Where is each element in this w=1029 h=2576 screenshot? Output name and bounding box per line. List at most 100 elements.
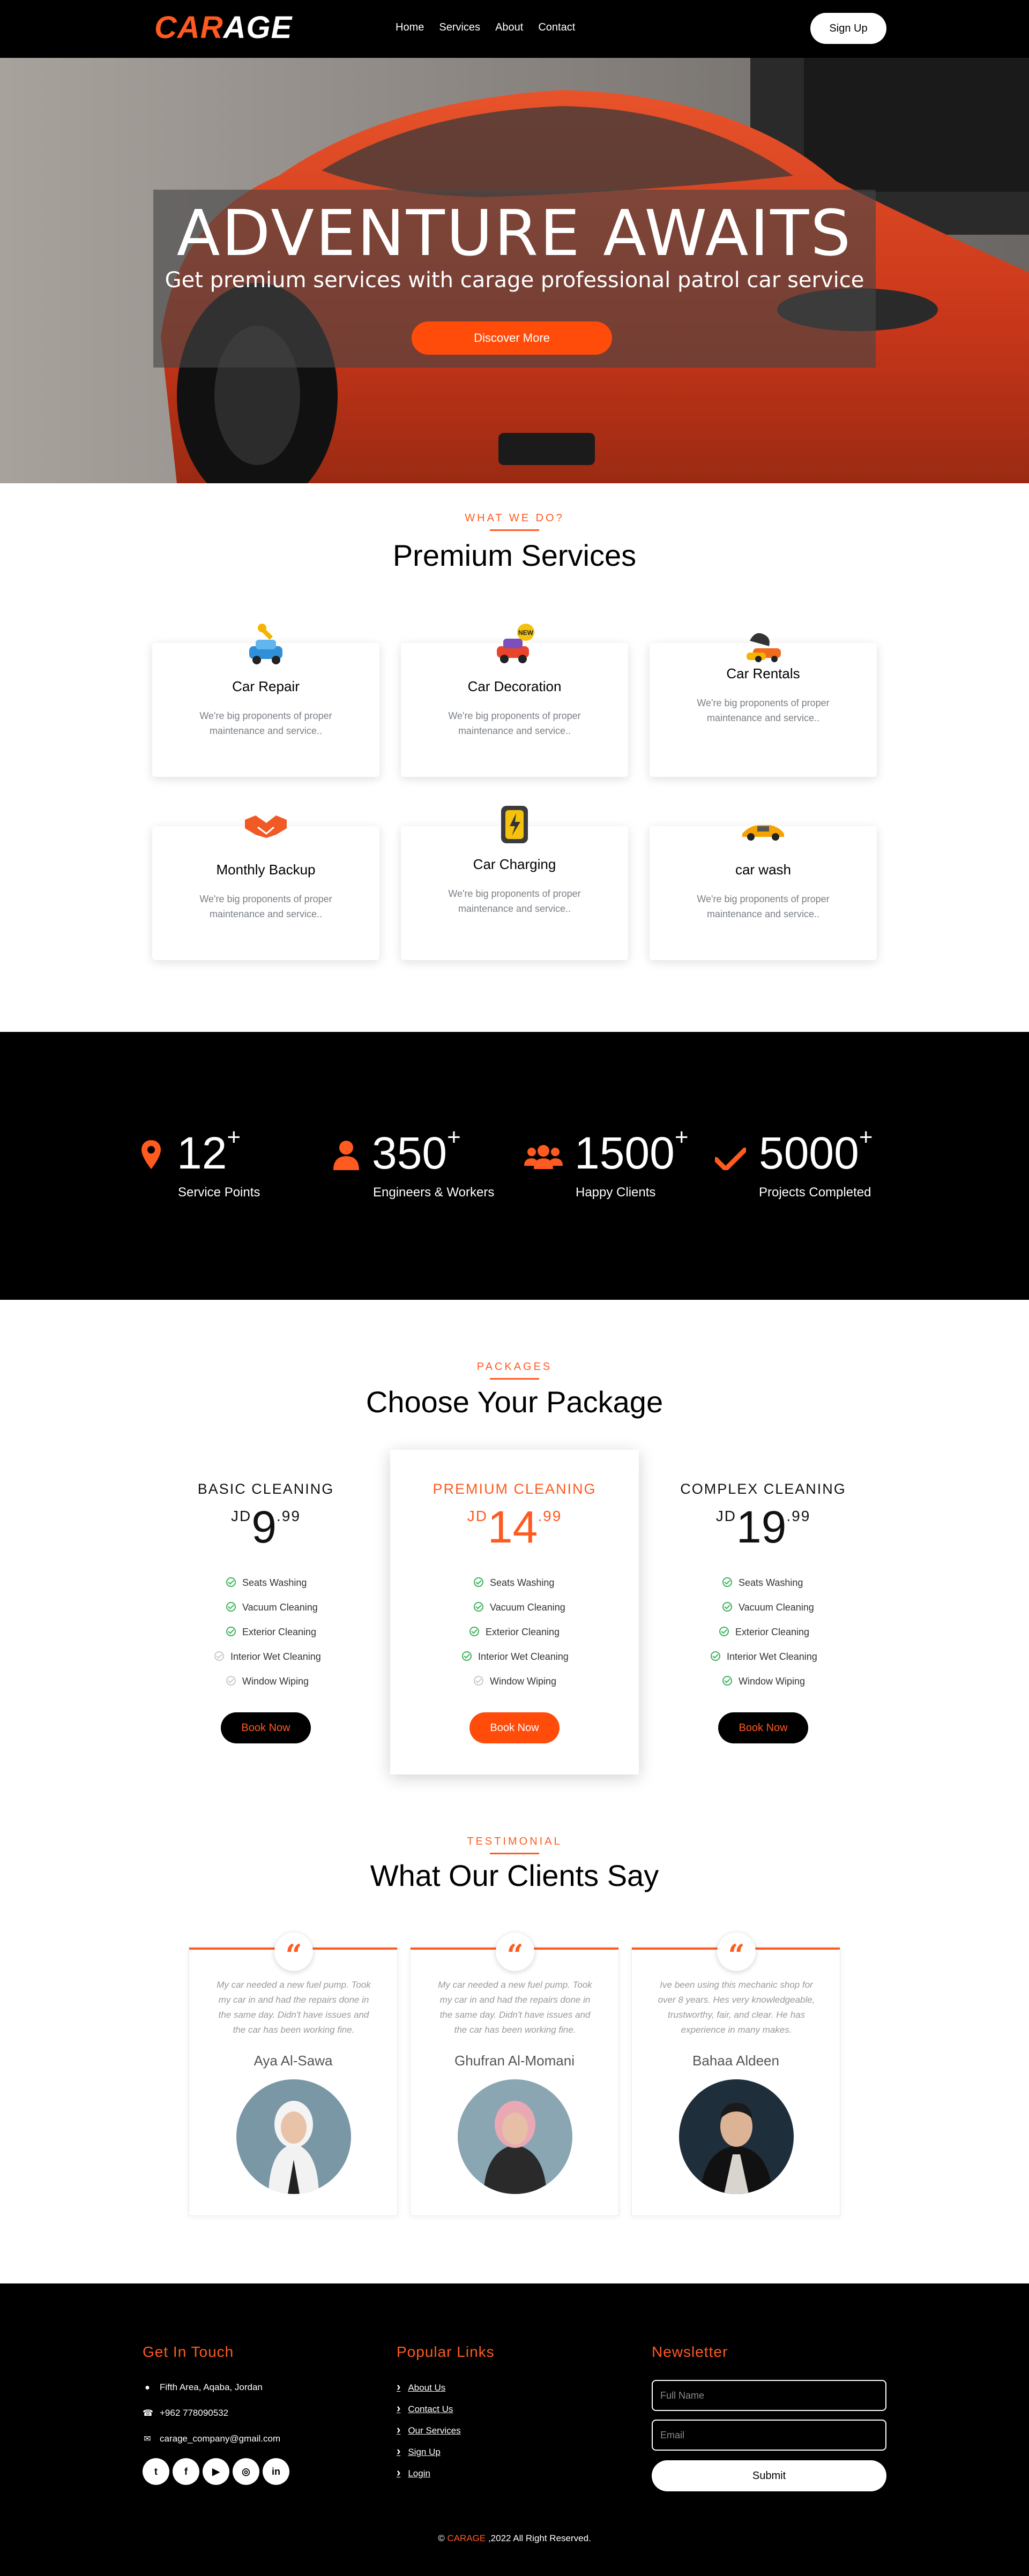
testimonial-name: Ghufran Al-Momani: [454, 2053, 575, 2069]
services-kicker: WHAT WE DO?: [465, 512, 564, 524]
map-marker-icon: [141, 1140, 161, 1169]
service-desc: We're big proponents of proper maintenan…: [697, 894, 830, 919]
footer-email: ✉ carage_company@gmail.com: [143, 2433, 280, 2444]
feature-item: Vacuum Cleaning: [474, 1602, 565, 1613]
stat-label-service-points: Service Points: [178, 1185, 260, 1200]
service-card-monthly-backup[interactable]: Monthly Backup We're big proponents of p…: [152, 815, 379, 960]
footer-link-signup[interactable]: Sign Up: [397, 2444, 440, 2458]
feature-item: Interior Wet Cleaning: [214, 1651, 321, 1663]
nav-contact[interactable]: Contact: [538, 21, 575, 34]
feature-item: Seats Washing: [474, 1577, 554, 1589]
testimonial-name: Bahaa Aldeen: [692, 2053, 779, 2069]
feature-item: Exterior Cleaning: [469, 1627, 560, 1638]
package-price: JD14.99: [467, 1502, 562, 1552]
feature-item: Vacuum Cleaning: [722, 1602, 814, 1613]
youtube-icon[interactable]: ▶: [203, 2458, 229, 2485]
avatar: [458, 2079, 572, 2194]
avatar: [679, 2079, 794, 2194]
feature-item: Interior Wet Cleaning: [711, 1651, 817, 1663]
stat-label-happy-clients: Happy Clients: [576, 1185, 656, 1200]
logo[interactable]: CARAGE: [154, 10, 292, 46]
nav-links: Home Services About Contact: [396, 21, 575, 34]
users-icon: [524, 1145, 563, 1169]
footer-phone: ☎ +962 778090532: [143, 2408, 229, 2418]
newsletter-email-input[interactable]: [652, 2420, 886, 2451]
testimonials-kicker: TESTIMONIAL: [467, 1836, 562, 1847]
footer-address: ● Fifth Area, Aqaba, Jordan: [143, 2382, 263, 2393]
linkedin-icon[interactable]: in: [263, 2458, 289, 2485]
testimonials-title: What Our Clients Say: [370, 1859, 659, 1892]
navbar: CARAGE Home Services About Contact Sign …: [0, 0, 1029, 58]
service-card-car-decoration[interactable]: NEW Car Decoration We're big proponents …: [401, 624, 628, 777]
service-title: car wash: [735, 862, 792, 878]
discover-more-button[interactable]: Discover More: [412, 321, 612, 355]
package-name: BASIC CLEANING: [197, 1481, 334, 1497]
service-card-car-charging[interactable]: Car Charging We're big proponents of pro…: [401, 806, 628, 960]
feature-item: Window Wiping: [722, 1676, 805, 1687]
feature-item: Exterior Cleaning: [226, 1627, 316, 1638]
hero-subtitle: Get premium services with carage profess…: [165, 268, 864, 293]
testimonial-text: My car needed a new fuel pump. Took my c…: [217, 1980, 371, 2035]
footer-links-heading: Popular Links: [397, 2343, 495, 2360]
service-card-car-repair[interactable]: Car Repair We're big proponents of prope…: [152, 624, 379, 777]
nav-about[interactable]: About: [495, 21, 523, 34]
copyright: © CARAGE ,2022 All Right Reserved.: [438, 2533, 591, 2543]
book-now-premium-button[interactable]: Book Now: [469, 1712, 560, 1743]
service-title: Car Decoration: [467, 678, 562, 694]
logo-part-2: AGE: [223, 10, 293, 45]
service-desc: We're big proponents of proper maintenan…: [199, 894, 332, 919]
car-decoration-icon: NEW: [497, 624, 534, 663]
newsletter-name-input[interactable]: [652, 2380, 886, 2411]
feature-item: Window Wiping: [474, 1676, 556, 1687]
stat-number-engineers: 350+: [372, 1124, 461, 1178]
stat-number-projects: 5000+: [759, 1124, 873, 1178]
feature-item: Seats Washing: [226, 1577, 307, 1589]
service-desc: We're big proponents of proper maintenan…: [448, 710, 581, 736]
instagram-icon[interactable]: ◎: [233, 2458, 259, 2485]
packages-kicker: PACKAGES: [476, 1361, 553, 1373]
testimonial-text: My car needed a new fuel pump. Took my c…: [438, 1980, 592, 2035]
service-card-car-rentals[interactable]: Car Rentals We're big proponents of prop…: [650, 633, 877, 777]
twitter-icon[interactable]: t: [143, 2458, 169, 2485]
service-desc: We're big proponents of proper maintenan…: [448, 888, 581, 914]
book-now-basic-button[interactable]: Book Now: [221, 1712, 311, 1743]
quote-icon: “: [496, 1933, 534, 1972]
check-icon: [715, 1148, 746, 1170]
services-kicker-line: [490, 529, 539, 531]
testimonial-text: Ive been using this mechanic shop for ov…: [658, 1980, 815, 2035]
envelope-icon: ✉: [144, 2435, 151, 2444]
footer-link-login[interactable]: Login: [397, 2466, 430, 2480]
user-icon: [333, 1141, 359, 1170]
service-title: Monthly Backup: [216, 862, 316, 878]
package-price: JD9.99: [231, 1502, 301, 1552]
quote-icon: “: [274, 1933, 313, 1972]
car-repair-icon: [249, 624, 282, 664]
service-card-car-wash[interactable]: car wash We're big proponents of proper …: [650, 825, 877, 960]
footer-contact-heading: Get In Touch: [143, 2343, 234, 2360]
footer-link-services[interactable]: Our Services: [397, 2423, 460, 2437]
logo-part-1: CAR: [154, 10, 223, 45]
testimonials-kicker-line: [490, 1853, 539, 1854]
facebook-icon[interactable]: f: [173, 2458, 199, 2485]
stats-section: 12+ Service Points 350+ Engineers & Work…: [0, 1032, 1029, 1300]
package-price: JD19.99: [715, 1502, 811, 1552]
testimonial-card: “ My car needed a new fuel pump. Took my…: [189, 1933, 398, 2216]
signup-button[interactable]: Sign Up: [810, 13, 886, 44]
stat-number-service-points: 12+: [177, 1124, 241, 1178]
quote-icon: “: [717, 1933, 756, 1972]
nav-services[interactable]: Services: [439, 21, 480, 34]
footer-link-contact[interactable]: Contact Us: [397, 2401, 453, 2415]
feature-item: Window Wiping: [226, 1676, 309, 1687]
footer-link-about[interactable]: About Us: [397, 2380, 445, 2394]
testimonial-name: Aya Al-Sawa: [253, 2053, 333, 2069]
stat-number-happy-clients: 1500+: [575, 1124, 689, 1178]
newsletter-submit-button[interactable]: Submit: [652, 2460, 886, 2491]
hero-title: ADVENTURE AWAITS: [176, 196, 853, 270]
nav-home[interactable]: Home: [396, 21, 424, 34]
packages-title: Choose Your Package: [366, 1385, 663, 1419]
service-desc: We're big proponents of proper maintenan…: [199, 710, 332, 736]
svg-text:NEW: NEW: [518, 629, 534, 636]
book-now-complex-button[interactable]: Book Now: [718, 1712, 808, 1743]
package-name: PREMIUM CLEANING: [433, 1481, 596, 1497]
feature-item: Exterior Cleaning: [719, 1627, 809, 1638]
